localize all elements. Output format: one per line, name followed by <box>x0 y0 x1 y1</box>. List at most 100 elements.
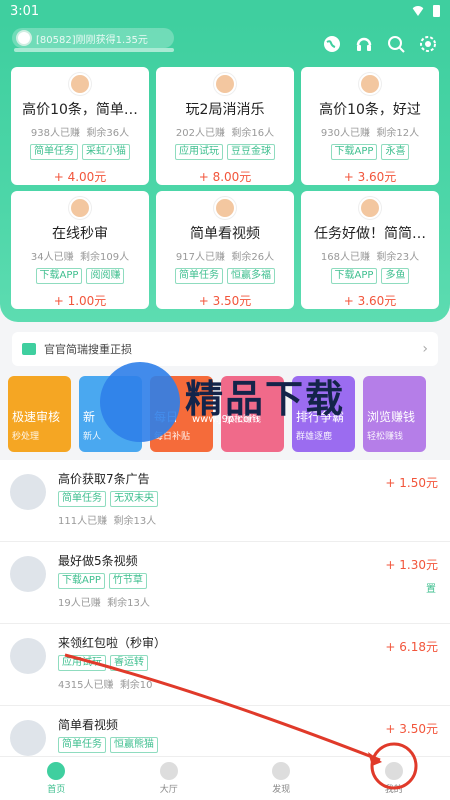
task-meta: 34人已赚 剩余109人 <box>31 248 129 263</box>
entry-title: 浏览赚钱 <box>367 410 416 424</box>
task-price: + 8.00元 <box>198 170 252 184</box>
list-item[interactable]: 来领红包啦（秒审） 应用试玩 睿运转 4315人已赚 剩余10 + 6.18元 <box>0 624 450 706</box>
category-entries: 极速审核 秒处理新 新人 每日 每日补贴 放松赚钱 排行争霸 群雄逐鹿 浏览赚钱 轻松… <box>8 376 450 452</box>
wifi-icon <box>411 6 425 16</box>
category-entry[interactable]: 每日 每日补贴 <box>150 376 213 452</box>
task-left-count: 剩余16人 <box>231 128 275 139</box>
task-card[interactable]: 玩2局消消乐 202人已赚 剩余16人 应用试玩 豆豆金球 + 8.00元 <box>156 67 294 185</box>
task-price: + 3.60元 <box>343 294 397 308</box>
nav-item[interactable]: 大厅 <box>113 757 226 800</box>
entry-title: 排行争霸 <box>296 410 345 424</box>
task-done-count: 168人已赚 <box>320 252 370 263</box>
entry-subtitle: 放松赚钱 <box>225 415 262 425</box>
task-tag: 下载APP <box>35 268 83 284</box>
item-tag: 竹节草 <box>108 573 147 589</box>
item-tags: 简单任务 无双未央 <box>58 491 438 507</box>
task-price: + 3.50元 <box>198 294 252 308</box>
avatar <box>10 556 46 592</box>
earnings-ticker: [80582]刚刚获得1.35元 <box>12 28 174 48</box>
item-done-count: 111人已赚 <box>58 516 108 527</box>
headset-icon[interactable] <box>354 34 374 54</box>
task-price: + 4.00元 <box>53 170 107 184</box>
task-avatar <box>214 73 236 95</box>
task-card[interactable]: 高价10条，好过 930人已赚 剩余12人 下载APP 永喜 + 3.60元 <box>301 67 439 185</box>
task-done-count: 34人已赚 <box>30 252 74 263</box>
task-card[interactable]: 简单看视频 917人已赚 剩余26人 简单任务 恒赢多福 + 3.50元 <box>156 191 294 309</box>
entry-subtitle: 轻松赚钱 <box>367 432 404 442</box>
task-avatar <box>359 73 381 95</box>
battery-icon <box>433 5 440 17</box>
profile-icon <box>384 762 403 780</box>
entry-subtitle: 秒处理 <box>12 432 40 442</box>
chevron-right-icon: › <box>422 341 428 357</box>
avatar <box>10 720 46 756</box>
nav-item[interactable]: 发现 <box>225 757 338 800</box>
notice-bar[interactable]: 官官简瑞搜重正损 › <box>12 332 438 366</box>
task-done-count: 202人已赚 <box>175 128 225 139</box>
item-meta: 19人已赚 剩余13人 <box>58 594 438 609</box>
task-title: 简单看视频 <box>190 226 260 242</box>
task-title: 任务好做！简简… <box>314 226 426 242</box>
category-entry[interactable]: 浏览赚钱 轻松赚钱 <box>363 376 426 452</box>
header-actions <box>322 34 438 54</box>
task-meta: 917人已赚 剩余26人 <box>176 248 274 263</box>
settings-icon[interactable] <box>418 34 438 54</box>
task-tag: 简单任务 <box>175 268 223 284</box>
item-tags: 下载APP 竹节草 <box>58 573 438 589</box>
task-title: 高价10条，好过 <box>319 102 421 118</box>
task-tags: 下载APP 阅阅赚 <box>35 268 125 284</box>
task-tag: 豆豆金球 <box>227 144 275 160</box>
category-entry[interactable]: 放松赚钱 <box>221 376 284 452</box>
task-title: 玩2局消消乐 <box>185 102 265 118</box>
notice-text: 官官简瑞搜重正损 <box>44 343 132 356</box>
category-entry[interactable]: 极速审核 秒处理 <box>8 376 71 452</box>
nav-item[interactable]: 首页 <box>0 757 113 800</box>
task-price: + 3.60元 <box>343 170 397 184</box>
task-price: + 1.00元 <box>53 294 107 308</box>
category-entry[interactable]: 排行争霸 群雄逐鹿 <box>292 376 355 452</box>
task-avatar <box>69 73 91 95</box>
task-tag: 简单任务 <box>30 144 78 160</box>
task-tag: 恒赢多福 <box>227 268 275 284</box>
entry-subtitle: 新人 <box>83 432 102 442</box>
item-badge: 置 <box>426 584 436 595</box>
list-item[interactable]: 简单看视频 简单任务 恒赢熊猫 + 3.50元 <box>0 706 450 756</box>
item-title: 最好做5条视频 <box>58 554 138 568</box>
item-tag: 简单任务 <box>58 491 106 507</box>
task-left-count: 剩余26人 <box>231 252 275 263</box>
item-title: 来领红包啦（秒审） <box>58 636 167 650</box>
task-card[interactable]: 高价10条，简单… 938人已赚 剩余36人 简单任务 采虹小猫 + 4.00元 <box>11 67 149 185</box>
item-left-count: 剩余13人 <box>113 516 157 527</box>
task-done-count: 938人已赚 <box>30 128 80 139</box>
item-left-count: 剩余13人 <box>107 598 150 609</box>
task-card[interactable]: 任务好做！简简… 168人已赚 剩余23人 下载APP 多鱼 + 3.60元 <box>301 191 439 309</box>
list-item[interactable]: 高价获取7条广告 简单任务 无双未央 111人已赚 剩余13人 + 1.50元 <box>0 460 450 542</box>
entry-subtitle: 每日补贴 <box>154 432 191 442</box>
item-price: + 1.50元 <box>385 476 438 490</box>
entry-title: 极速审核 <box>12 410 61 424</box>
task-tag: 阅阅赚 <box>86 268 125 284</box>
discover-icon <box>272 762 291 780</box>
notice-icon <box>22 343 36 355</box>
task-done-count: 930人已赚 <box>320 128 370 139</box>
item-price: + 1.30元 <box>385 558 438 572</box>
status-time: 3:01 <box>10 3 40 19</box>
search-icon[interactable] <box>386 34 406 54</box>
item-tags: 应用试玩 睿运转 <box>58 655 438 671</box>
item-done-count: 19人已赚 <box>58 598 101 609</box>
task-tag: 下载APP <box>330 268 378 284</box>
globe-icon[interactable] <box>322 34 342 54</box>
list-item[interactable]: 最好做5条视频 下载APP 竹节草 19人已赚 剩余13人 + 1.30元 置 <box>0 542 450 624</box>
item-tag: 应用试玩 <box>58 655 106 671</box>
task-tags: 下载APP 多鱼 <box>330 268 410 284</box>
entry-subtitle: 群雄逐鹿 <box>296 432 333 442</box>
entry-title: 新 <box>83 410 96 424</box>
task-tags: 简单任务 采虹小猫 <box>30 144 130 160</box>
task-list: 高价获取7条广告 简单任务 无双未央 111人已赚 剩余13人 + 1.50元 … <box>0 460 450 756</box>
category-entry[interactable]: 新 新人 <box>79 376 142 452</box>
nav-label: 大厅 <box>159 785 178 795</box>
task-done-count: 917人已赚 <box>175 252 225 263</box>
nav-item[interactable]: 我的 <box>338 757 450 800</box>
task-tags: 简单任务 恒赢多福 <box>175 268 275 284</box>
task-card[interactable]: 在线秒审 34人已赚 剩余109人 下载APP 阅阅赚 + 1.00元 <box>11 191 149 309</box>
